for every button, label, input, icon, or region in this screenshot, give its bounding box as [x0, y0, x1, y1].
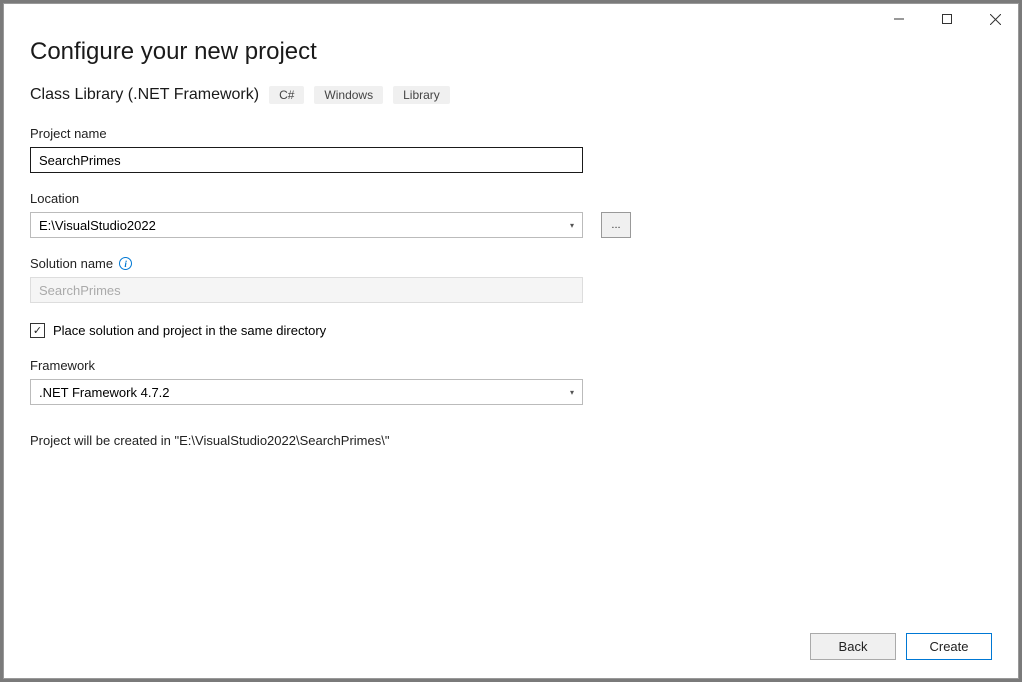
content-area: Configure your new project Class Library…	[4, 34, 1018, 621]
project-name-input[interactable]	[30, 147, 583, 173]
back-button[interactable]: Back	[810, 633, 896, 660]
location-group: Location E:\VisualStudio2022 ▾ ...	[30, 191, 992, 238]
project-path-preview: Project will be created in "E:\VisualStu…	[30, 433, 992, 448]
framework-label: Framework	[30, 358, 992, 373]
minimize-button[interactable]	[884, 4, 914, 34]
same-directory-checkbox[interactable]: ✓	[30, 323, 45, 338]
project-name-group: Project name	[30, 126, 992, 173]
project-name-label: Project name	[30, 126, 992, 141]
page-heading: Configure your new project	[30, 38, 992, 66]
maximize-button[interactable]	[932, 4, 962, 34]
dialog-window: Configure your new project Class Library…	[3, 3, 1019, 679]
close-button[interactable]	[980, 4, 1010, 34]
dropdown-arrow-icon: ▾	[570, 221, 574, 230]
template-row: Class Library (.NET Framework) C# Window…	[30, 86, 992, 104]
tag-platform: Windows	[314, 86, 383, 104]
location-combobox[interactable]: E:\VisualStudio2022 ▾	[30, 212, 583, 238]
template-name: Class Library (.NET Framework)	[30, 86, 259, 104]
solution-name-label: Solution name i	[30, 256, 992, 271]
solution-name-group: Solution name i SearchPrimes	[30, 256, 992, 303]
framework-value: .NET Framework 4.7.2	[39, 385, 570, 400]
info-icon[interactable]: i	[119, 257, 132, 270]
solution-name-input: SearchPrimes	[30, 277, 583, 303]
framework-group: Framework .NET Framework 4.7.2 ▾	[30, 358, 992, 405]
browse-button[interactable]: ...	[601, 212, 631, 238]
titlebar	[4, 4, 1018, 34]
tag-type: Library	[393, 86, 450, 104]
create-button[interactable]: Create	[906, 633, 992, 660]
dropdown-arrow-icon: ▾	[570, 388, 574, 397]
framework-combobox[interactable]: .NET Framework 4.7.2 ▾	[30, 379, 583, 405]
same-directory-label: Place solution and project in the same d…	[53, 323, 326, 338]
location-value: E:\VisualStudio2022	[39, 218, 570, 233]
same-directory-row: ✓ Place solution and project in the same…	[30, 323, 992, 338]
footer: Back Create	[4, 621, 1018, 678]
location-label: Location	[30, 191, 992, 206]
tag-language: C#	[269, 86, 304, 104]
